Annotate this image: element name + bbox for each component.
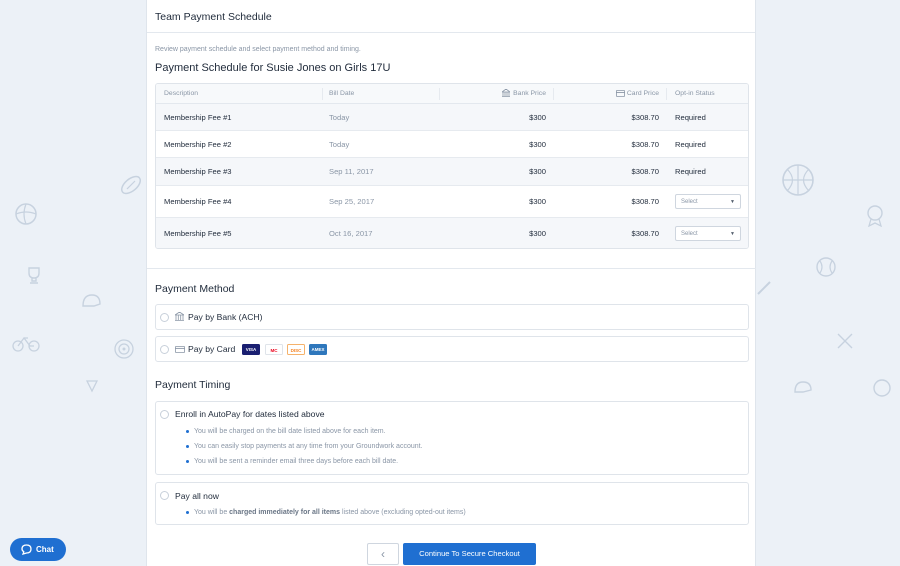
- payment-panel: Team Payment Schedule Review payment sch…: [146, 0, 756, 566]
- row-card-price: $308.70: [631, 140, 659, 149]
- pay-by-card-option[interactable]: Pay by Card VISA MC DISC AMEX: [155, 336, 749, 362]
- caret-down-icon: ▼: [730, 231, 735, 237]
- row-status: Required: [675, 113, 706, 122]
- opt-in-select[interactable]: Select ▼: [675, 226, 741, 241]
- section-divider: [147, 268, 756, 269]
- row-date: Today: [329, 113, 350, 122]
- row-description: Membership Fee #3: [164, 167, 232, 176]
- row-date: Sep 25, 2017: [329, 197, 375, 206]
- amex-logo-icon: AMEX: [309, 344, 327, 355]
- row-description: Membership Fee #4: [164, 197, 232, 206]
- autopay-label: Enroll in AutoPay for dates listed above: [175, 409, 325, 419]
- row-date: Oct 16, 2017: [329, 229, 373, 238]
- continue-checkout-button[interactable]: Continue To Secure Checkout: [403, 543, 536, 565]
- row-description: Membership Fee #5: [164, 229, 232, 238]
- header-bank-price: Bank Price: [513, 90, 546, 97]
- schedule-title: Payment Schedule for Susie Jones on Girl…: [155, 62, 391, 74]
- bank-icon: [502, 89, 510, 97]
- select-value: Select: [681, 231, 698, 237]
- card-icon: [175, 346, 185, 353]
- back-button[interactable]: ‹: [367, 543, 399, 565]
- header-opt-in: Opt-in Status: [675, 90, 715, 97]
- table-header: Description Bill Date Bank Price Card Pr…: [156, 84, 748, 104]
- bicycle-icon: [12, 336, 40, 352]
- trophy-icon: [28, 267, 40, 284]
- discover-logo-icon: DISC: [287, 344, 305, 355]
- pay-all-now-label: Pay all now: [175, 491, 219, 501]
- pay-all-now-details: You will be charged immediately for all …: [186, 509, 466, 524]
- medal-icon: [867, 205, 883, 227]
- pay-all-now-radio[interactable]: [160, 491, 169, 500]
- chat-bubble-icon: [21, 544, 32, 555]
- whistle-icon: [837, 333, 853, 349]
- football-icon: [120, 175, 142, 195]
- autopay-option[interactable]: Enroll in AutoPay for dates listed above…: [155, 401, 749, 475]
- payment-schedule-table: Description Bill Date Bank Price Card Pr…: [155, 83, 749, 249]
- row-date: Today: [329, 140, 350, 149]
- helmet-icon: [82, 294, 101, 307]
- table-row: Membership Fee #1 Today $300 $308.70 Req…: [156, 104, 748, 131]
- pay-all-now-detail: You will be charged immediately for all …: [186, 509, 466, 524]
- row-bank-price: $300: [529, 140, 546, 149]
- chat-label: Chat: [36, 545, 54, 554]
- panel-title: Team Payment Schedule: [147, 0, 755, 33]
- row-bank-price: $300: [529, 229, 546, 238]
- chat-button[interactable]: Chat: [10, 538, 66, 561]
- ball-icon: [873, 379, 891, 397]
- basketball-icon: [782, 164, 814, 196]
- autopay-detail: You will be charged on the bill date lis…: [186, 428, 423, 443]
- card-icon: [616, 90, 625, 97]
- pay-by-bank-label: Pay by Bank (ACH): [188, 312, 263, 322]
- intro-text: Review payment schedule and select payme…: [155, 46, 361, 53]
- table-row: Membership Fee #2 Today $300 $308.70 Req…: [156, 131, 748, 158]
- flag-icon: [85, 380, 99, 393]
- pay-all-now-option[interactable]: Pay all now You will be charged immediat…: [155, 482, 749, 525]
- row-card-price: $308.70: [631, 197, 659, 206]
- bank-icon: [175, 312, 184, 321]
- bat-icon: [757, 281, 771, 295]
- row-date: Sep 11, 2017: [329, 167, 374, 176]
- opt-in-select[interactable]: Select ▼: [675, 194, 741, 209]
- baseball-icon: [816, 257, 836, 277]
- row-description: Membership Fee #2: [164, 140, 232, 149]
- pay-by-card-radio[interactable]: [160, 345, 169, 354]
- volleyball-icon: [15, 203, 37, 225]
- row-status: Required: [675, 140, 706, 149]
- payment-method-title: Payment Method: [155, 283, 235, 295]
- row-card-price: $308.70: [631, 113, 659, 122]
- pay-by-card-label: Pay by Card: [188, 344, 236, 354]
- row-card-price: $308.70: [631, 229, 659, 238]
- autopay-detail: You will be sent a reminder email three …: [186, 458, 423, 473]
- row-status: Required: [675, 167, 706, 176]
- row-description: Membership Fee #1: [164, 113, 232, 122]
- autopay-details: You will be charged on the bill date lis…: [186, 428, 423, 473]
- select-value: Select: [681, 199, 698, 205]
- table-row: Membership Fee #3 Sep 11, 2017 $300 $308…: [156, 158, 748, 186]
- pay-by-bank-option[interactable]: Pay by Bank (ACH): [155, 304, 749, 330]
- target-icon: [114, 339, 134, 359]
- caret-down-icon: ▼: [730, 199, 735, 205]
- visa-logo-icon: VISA: [242, 344, 260, 355]
- header-card-price: Card Price: [626, 90, 659, 97]
- row-bank-price: $300: [529, 113, 546, 122]
- row-card-price: $308.70: [631, 167, 659, 176]
- cap-icon: [794, 381, 812, 393]
- table-row: Membership Fee #5 Oct 16, 2017 $300 $308…: [156, 218, 748, 248]
- row-bank-price: $300: [529, 197, 546, 206]
- mastercard-logo-icon: MC: [265, 344, 283, 355]
- row-bank-price: $300: [529, 167, 546, 176]
- payment-timing-title: Payment Timing: [155, 379, 231, 391]
- autopay-radio[interactable]: [160, 410, 169, 419]
- header-description: Description: [164, 90, 198, 97]
- pay-by-bank-radio[interactable]: [160, 313, 169, 322]
- autopay-detail: You can easily stop payments at any time…: [186, 443, 423, 458]
- header-bill-date: Bill Date: [329, 90, 355, 97]
- table-row: Membership Fee #4 Sep 25, 2017 $300 $308…: [156, 186, 748, 218]
